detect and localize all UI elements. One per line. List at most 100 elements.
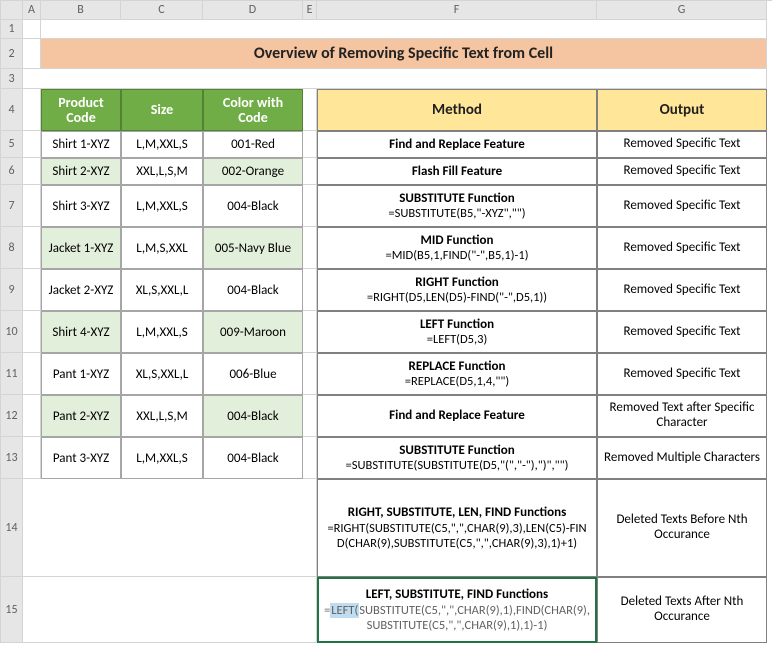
output-cell[interactable]: Removed Specific Text [597,131,767,158]
table-cell[interactable]: Pant 3-XYZ [41,437,121,479]
method-cell[interactable]: SUBSTITUTE Function=SUBSTITUTE(B5,"-XYZ"… [317,185,597,227]
method-cell[interactable]: Find and Replace Feature [317,395,597,437]
cell-B1[interactable] [41,20,767,39]
header-size[interactable]: Size [121,89,203,131]
table-cell[interactable]: XL,S,XXL,L [121,269,203,311]
row-header-13[interactable]: 13 [1,437,23,479]
cell-A1[interactable] [23,20,41,39]
row-header-6[interactable]: 6 [1,158,23,185]
row-header-7[interactable]: 7 [1,185,23,227]
table-cell[interactable]: 004-Black [203,437,303,479]
method-cell[interactable]: RIGHT, SUBSTITUTE, LEN, FIND Functions=R… [317,479,597,577]
table-cell[interactable]: L,M,XXL,S [121,131,203,158]
cell-E11[interactable] [303,353,317,395]
table-cell[interactable]: L,M,S,XXL [121,227,203,269]
table-cell[interactable]: 004-Black [203,269,303,311]
method-cell[interactable]: RIGHT Function=RIGHT(D5,LEN(D5)-FIND("-"… [317,269,597,311]
header-product-code[interactable]: Product Code [41,89,121,131]
cell-E9[interactable] [303,269,317,311]
output-cell[interactable]: Removed Specific Text [597,269,767,311]
table-cell[interactable]: XL,S,XXL,L [121,353,203,395]
output-cell[interactable]: Deleted Texts Before Nth Occurance [597,479,767,577]
col-header-D[interactable]: D [203,1,303,20]
table-cell[interactable]: 001-Red [203,131,303,158]
method-cell[interactable]: REPLACE Function=REPLACE(D5,1,4,"") [317,353,597,395]
table-cell[interactable]: 004-Black [203,185,303,227]
formula-editor[interactable]: =LEFT(SUBSTITUTE(C5,",",CHAR(9),1),FIND(… [324,603,590,633]
method-cell[interactable]: LEFT Function=LEFT(D5,3) [317,311,597,353]
row-header-11[interactable]: 11 [1,353,23,395]
table-cell[interactable]: 005-Navy Blue [203,227,303,269]
table-cell[interactable]: Jacket 1-XYZ [41,227,121,269]
output-cell[interactable]: Removed Specific Text [597,353,767,395]
table-cell[interactable]: Pant 1-XYZ [41,353,121,395]
cell-E4[interactable] [303,89,317,131]
table-cell[interactable]: 002-Orange [203,158,303,185]
cell-A5[interactable] [23,131,41,158]
cell-A14[interactable] [23,479,317,577]
cell-E10[interactable] [303,311,317,353]
cell-A15[interactable] [23,577,317,643]
col-header-E[interactable]: E [303,1,317,20]
row-header-12[interactable]: 12 [1,395,23,437]
active-cell[interactable]: LEFT, SUBSTITUTE, FIND Functions =LEFT(S… [317,577,597,643]
table-cell[interactable]: L,M,XXL,S [121,311,203,353]
table-cell[interactable]: XXL,L,S,M [121,158,203,185]
cell-A9[interactable] [23,269,41,311]
row-header-14[interactable]: 14 [1,479,23,577]
select-all-corner[interactable] [1,1,23,20]
cell-A2[interactable] [23,39,41,69]
col-header-F[interactable]: F [317,1,597,20]
table-cell[interactable]: L,M,XXL,S [121,185,203,227]
table-cell[interactable]: Shirt 4-XYZ [41,311,121,353]
header-method[interactable]: Method [317,89,597,131]
table-cell[interactable]: Shirt 1-XYZ [41,131,121,158]
cell-A10[interactable] [23,311,41,353]
table-cell[interactable]: Pant 2-XYZ [41,395,121,437]
row-header-4[interactable]: 4 [1,89,23,131]
col-header-B[interactable]: B [41,1,121,20]
output-cell[interactable]: Removed Specific Text [597,185,767,227]
col-header-G[interactable]: G [597,1,767,20]
row-header-10[interactable]: 10 [1,311,23,353]
row-header-3[interactable]: 3 [1,69,23,89]
header-color-code[interactable]: Color with Code [203,89,303,131]
output-cell[interactable]: Removed Specific Text [597,311,767,353]
cell-A6[interactable] [23,158,41,185]
cell-E7[interactable] [303,185,317,227]
output-cell[interactable]: Deleted Texts After Nth Occurance [597,577,767,643]
method-cell[interactable]: Flash Fill Feature [317,158,597,185]
table-cell[interactable]: XXL,L,S,M [121,395,203,437]
cell-E12[interactable] [303,395,317,437]
output-cell[interactable]: Removed Text after Specific Character [597,395,767,437]
table-cell[interactable]: Shirt 3-XYZ [41,185,121,227]
row-header-5[interactable]: 5 [1,131,23,158]
cell-A3[interactable] [23,69,767,89]
cell-A4[interactable] [23,89,41,131]
method-cell[interactable]: MID Function=MID(B5,1,FIND("-",B5,1)-1) [317,227,597,269]
row-header-9[interactable]: 9 [1,269,23,311]
output-cell[interactable]: Removed Specific Text [597,227,767,269]
cell-E5[interactable] [303,131,317,158]
row-header-8[interactable]: 8 [1,227,23,269]
col-header-A[interactable]: A [23,1,41,20]
page-title[interactable]: Overview of Removing Specific Text from … [41,39,767,69]
table-cell[interactable]: 004-Black [203,395,303,437]
cell-A12[interactable] [23,395,41,437]
table-cell[interactable]: 009-Maroon [203,311,303,353]
cell-A11[interactable] [23,353,41,395]
row-header-15[interactable]: 15 [1,577,23,643]
cell-E6[interactable] [303,158,317,185]
cell-E13[interactable] [303,437,317,479]
table-cell[interactable]: 006-Blue [203,353,303,395]
cell-A8[interactable] [23,227,41,269]
cell-E8[interactable] [303,227,317,269]
row-header-1[interactable]: 1 [1,20,23,39]
table-cell[interactable]: Shirt 2-XYZ [41,158,121,185]
row-header-2[interactable]: 2 [1,39,23,69]
method-cell[interactable]: SUBSTITUTE Function=SUBSTITUTE(SUBSTITUT… [317,437,597,479]
output-cell[interactable]: Removed Specific Text [597,158,767,185]
table-cell[interactable]: L,M,XXL,S [121,437,203,479]
method-cell[interactable]: Find and Replace Feature [317,131,597,158]
cell-A7[interactable] [23,185,41,227]
